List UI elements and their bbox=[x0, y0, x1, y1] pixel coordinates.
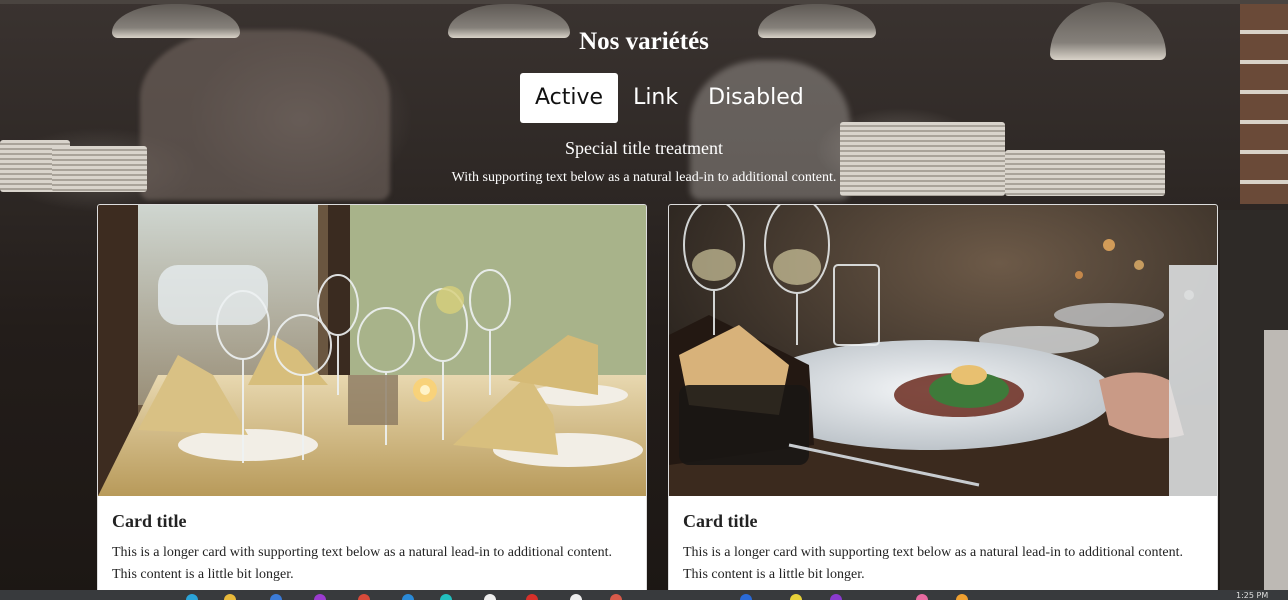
card-title: Card title bbox=[112, 511, 187, 531]
taskbar-app-icon[interactable] bbox=[270, 594, 282, 600]
table-setting-illustration bbox=[98, 205, 646, 496]
card-title: Card title bbox=[683, 511, 758, 531]
taskbar-app-icon[interactable] bbox=[314, 594, 326, 600]
card: Card title This is a longer card with su… bbox=[97, 204, 647, 600]
tab-active[interactable]: Active bbox=[520, 73, 619, 123]
tab-disabled: Disabled bbox=[708, 85, 804, 110]
card-body: Card title This is a longer card with su… bbox=[112, 511, 634, 586]
section-heading: Nos variétés bbox=[579, 28, 709, 55]
nav-tabs: Active Link Disabled bbox=[520, 73, 819, 123]
taskbar-app-icon[interactable] bbox=[740, 594, 752, 600]
card-text: This is a longer card with supporting te… bbox=[683, 545, 1183, 582]
taskbar-app-icon[interactable] bbox=[402, 594, 414, 600]
section-lead-text: With supporting text below as a natural … bbox=[451, 170, 837, 185]
taskbar-app-icon[interactable] bbox=[570, 594, 582, 600]
card-body: Card title This is a longer card with su… bbox=[683, 511, 1205, 586]
taskbar-app-icon[interactable] bbox=[956, 594, 968, 600]
taskbar-app-icon[interactable] bbox=[224, 594, 236, 600]
card-image-plated-dish bbox=[669, 205, 1217, 496]
background-appliance bbox=[1264, 330, 1288, 590]
taskbar-clock[interactable]: 1:25 PM bbox=[1236, 591, 1268, 600]
plated-dish-illustration bbox=[669, 205, 1217, 496]
taskbar-app-icon[interactable] bbox=[484, 594, 496, 600]
taskbar-app-icon[interactable] bbox=[916, 594, 928, 600]
section-subtitle: Special title treatment bbox=[565, 138, 723, 158]
taskbar-app-icon[interactable] bbox=[358, 594, 370, 600]
taskbar-app-icon[interactable] bbox=[830, 594, 842, 600]
card-text: This is a longer card with supporting te… bbox=[112, 545, 612, 582]
tab-link[interactable]: Link bbox=[618, 73, 693, 123]
card-image-table-setting bbox=[98, 205, 646, 496]
taskbar-app-icon[interactable] bbox=[790, 594, 802, 600]
card: Card title This is a longer card with su… bbox=[668, 204, 1218, 600]
taskbar-app-icon[interactable] bbox=[440, 594, 452, 600]
taskbar-app-icon[interactable] bbox=[610, 594, 622, 600]
taskbar-app-icon[interactable] bbox=[186, 594, 198, 600]
taskbar-app-icon[interactable] bbox=[526, 594, 538, 600]
